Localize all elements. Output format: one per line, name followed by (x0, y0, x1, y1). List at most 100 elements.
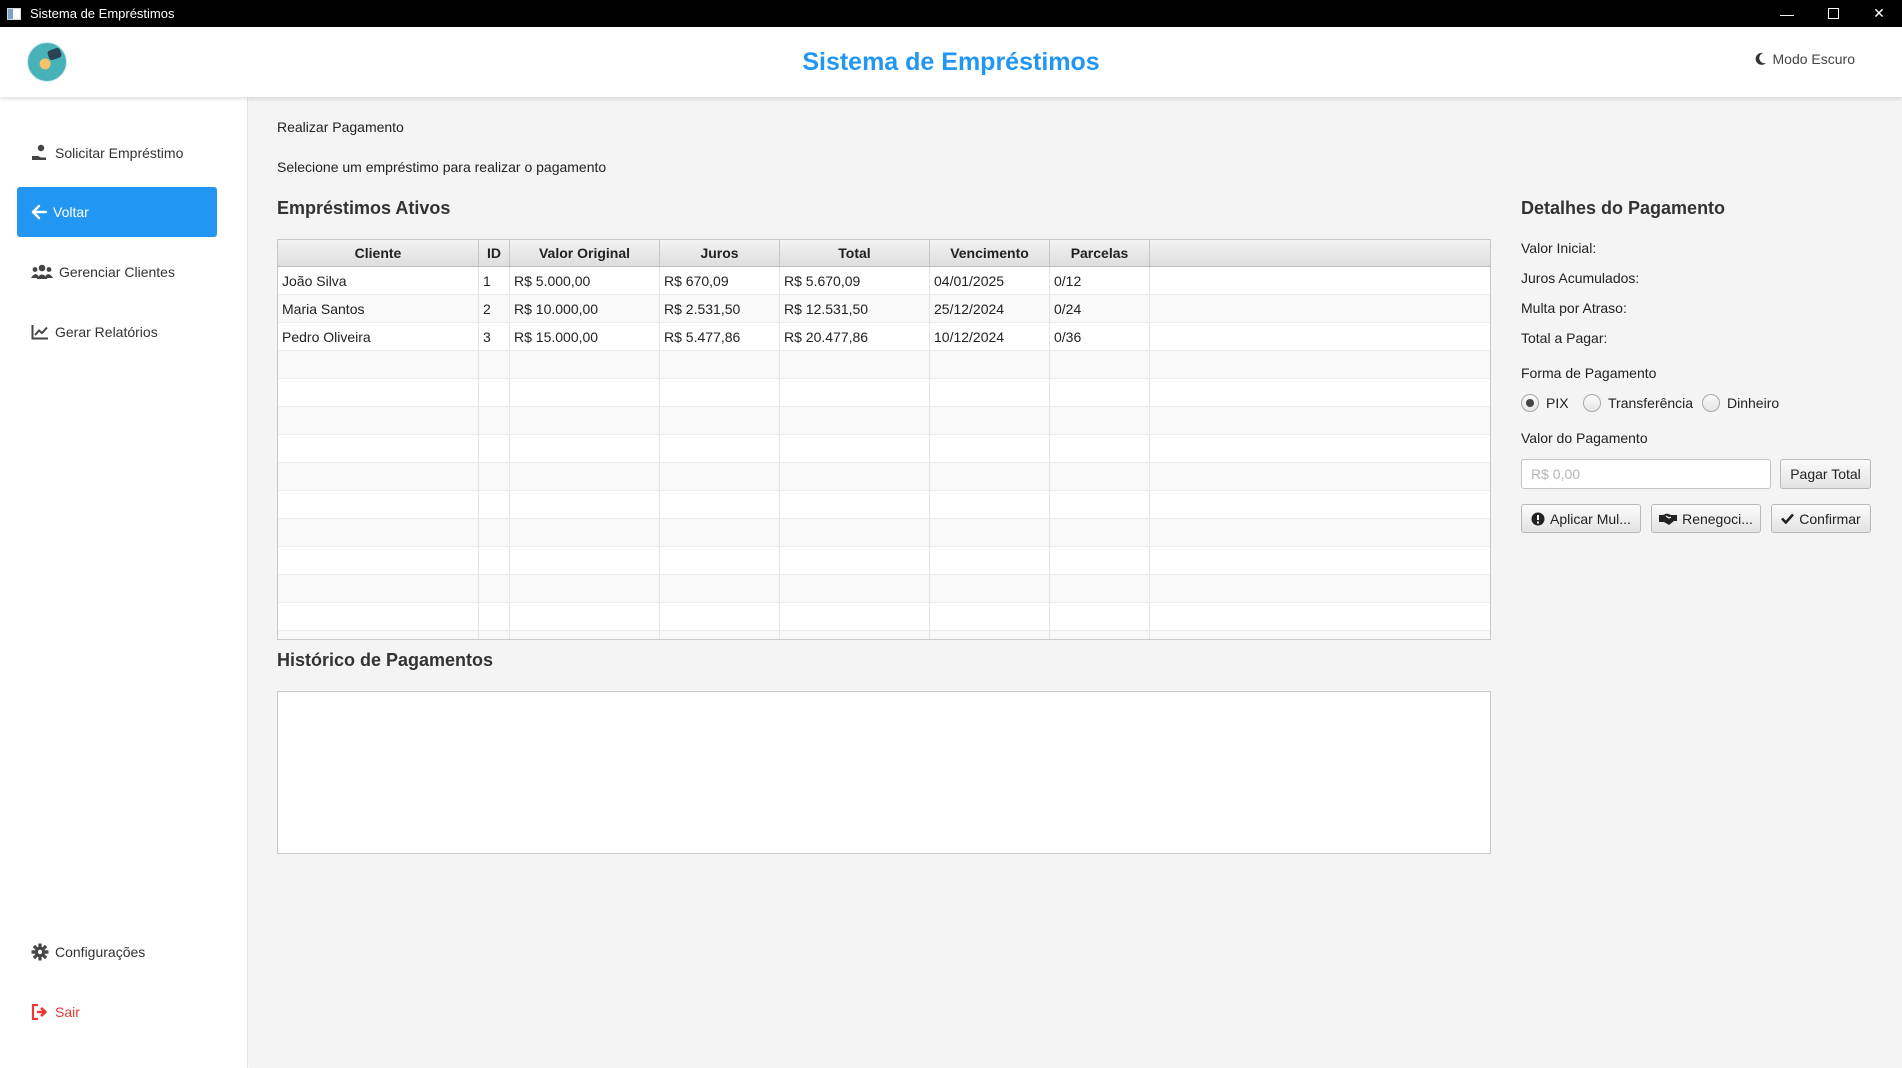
cell-valor-original (510, 519, 660, 546)
confirmar-button[interactable]: Confirmar (1771, 504, 1871, 533)
cell-filler (1150, 351, 1490, 378)
sidebar-item-label: Voltar (53, 204, 89, 220)
column-header-id[interactable]: ID (479, 240, 510, 266)
cell-id: 2 (479, 295, 510, 322)
close-window-button[interactable]: ✕ (1856, 0, 1902, 27)
table-row[interactable]: Pedro Oliveira 3 R$ 15.000,00 R$ 5.477,86 R$… (278, 323, 1490, 351)
sidebar-item-solicitar-emprestimo[interactable]: Solicitar Empréstimo (17, 128, 217, 178)
maximize-button[interactable] (1810, 0, 1856, 27)
column-header-valor-original[interactable]: Valor Original (510, 240, 660, 266)
cell-filler (1150, 295, 1490, 322)
cell-filler (1150, 519, 1490, 546)
cell-total (780, 491, 930, 518)
cell-parcelas: 0/12 (1050, 267, 1150, 294)
sidebar-item-gerenciar-clientes[interactable]: Gerenciar Clientes (17, 247, 217, 297)
cell-total (780, 351, 930, 378)
breadcrumb: Realizar Pagamento (277, 119, 404, 135)
radio-label: Dinheiro (1727, 395, 1780, 411)
radio-pix[interactable]: PIX (1521, 394, 1569, 412)
cell-vencimento (930, 575, 1050, 602)
cell-total (780, 519, 930, 546)
radio-dinheiro[interactable]: Dinheiro (1702, 394, 1779, 412)
table-row[interactable]: Maria Santos 2 R$ 10.000,00 R$ 2.531,50 R$ 1… (278, 295, 1490, 323)
cell-cliente: Maria Santos (278, 295, 479, 322)
aplicar-multa-button[interactable]: Aplicar Mul... (1521, 504, 1641, 533)
cell-filler (1150, 407, 1490, 434)
payment-history-area[interactable] (277, 691, 1491, 854)
table-row-empty (278, 519, 1490, 547)
column-header-vencimento[interactable]: Vencimento (930, 240, 1050, 266)
table-row-empty (278, 351, 1490, 379)
pagar-total-button[interactable]: Pagar Total (1780, 459, 1871, 489)
cell-cliente (278, 463, 479, 490)
sidebar-item-configuracoes[interactable]: Configurações (17, 927, 217, 977)
column-header-juros[interactable]: Juros (660, 240, 780, 266)
cell-filler (1150, 323, 1490, 350)
aplicar-multa-label: Aplicar Mul... (1550, 510, 1631, 527)
cell-vencimento (930, 435, 1050, 462)
cell-parcelas (1050, 435, 1150, 462)
sidebar-item-label: Solicitar Empréstimo (55, 145, 184, 161)
column-header-parcelas[interactable]: Parcelas (1050, 240, 1150, 266)
cell-total (780, 603, 930, 630)
active-loans-table[interactable]: Cliente ID Valor Original Juros Total Ve… (277, 239, 1491, 640)
cell-filler (1150, 491, 1490, 518)
cell-vencimento (930, 463, 1050, 490)
renegociar-label: Renegoci... (1682, 510, 1753, 527)
cell-valor-original (510, 575, 660, 602)
cell-juros (660, 575, 780, 602)
cell-juros (660, 351, 780, 378)
table-row-empty (278, 603, 1490, 631)
cell-id (479, 603, 510, 630)
pagar-total-label: Pagar Total (1790, 466, 1861, 482)
cell-valor-original (510, 631, 660, 639)
sidebar-item-gerar-relatorios[interactable]: Gerar Relatórios (17, 307, 217, 357)
check-icon (1781, 513, 1795, 524)
cell-valor-original (510, 603, 660, 630)
renegociar-button[interactable]: Renegoci... (1651, 504, 1761, 533)
table-row-empty (278, 491, 1490, 519)
cell-vencimento: 04/01/2025 (930, 267, 1050, 294)
cell-juros (660, 631, 780, 639)
cell-parcelas: 0/24 (1050, 295, 1150, 322)
forma-pagamento-label: Forma de Pagamento (1521, 365, 1657, 381)
cell-parcelas: 0/36 (1050, 323, 1150, 350)
cell-vencimento: 25/12/2024 (930, 295, 1050, 322)
cell-cliente (278, 491, 479, 518)
cell-total (780, 547, 930, 574)
dark-mode-toggle[interactable]: Modo Escuro (1755, 51, 1855, 67)
maximize-icon (1827, 8, 1839, 19)
table-row-empty (278, 575, 1490, 603)
hand-money-icon (32, 144, 46, 160)
sidebar: Solicitar Empréstimo Voltar Gerenciar Cl… (0, 97, 248, 1068)
cell-juros (660, 491, 780, 518)
table-row[interactable]: João Silva 1 R$ 5.000,00 R$ 670,09 R$ 5.670,… (278, 267, 1490, 295)
cell-id (479, 631, 510, 639)
sidebar-item-voltar[interactable]: Voltar (17, 187, 217, 237)
sidebar-item-sair[interactable]: Sair (17, 987, 217, 1037)
cell-juros (660, 463, 780, 490)
cell-juros: R$ 5.477,86 (660, 323, 780, 350)
cell-id: 1 (479, 267, 510, 294)
valor-pagamento-label: Valor do Pagamento (1521, 430, 1648, 446)
cell-total (780, 631, 930, 639)
juros-acumulados-label: Juros Acumulados: (1521, 270, 1640, 286)
table-row-empty (278, 463, 1490, 491)
cell-parcelas (1050, 547, 1150, 574)
app-window-icon (7, 7, 21, 20)
sidebar-item-label: Configurações (55, 944, 146, 960)
cell-parcelas (1050, 491, 1150, 518)
cell-total (780, 463, 930, 490)
radio-transferencia[interactable]: Transferência (1583, 394, 1693, 412)
column-header-total[interactable]: Total (780, 240, 930, 266)
cell-filler (1150, 603, 1490, 630)
minimize-button[interactable]: — (1764, 0, 1810, 27)
column-header-cliente[interactable]: Cliente (278, 240, 479, 266)
cell-valor-original: R$ 5.000,00 (510, 267, 660, 294)
multa-atraso-label: Multa por Atraso: (1521, 300, 1627, 316)
column-header-filler (1150, 240, 1490, 266)
cell-parcelas (1050, 603, 1150, 630)
cell-id (479, 575, 510, 602)
valor-pagamento-input[interactable] (1521, 459, 1771, 489)
cell-filler (1150, 575, 1490, 602)
